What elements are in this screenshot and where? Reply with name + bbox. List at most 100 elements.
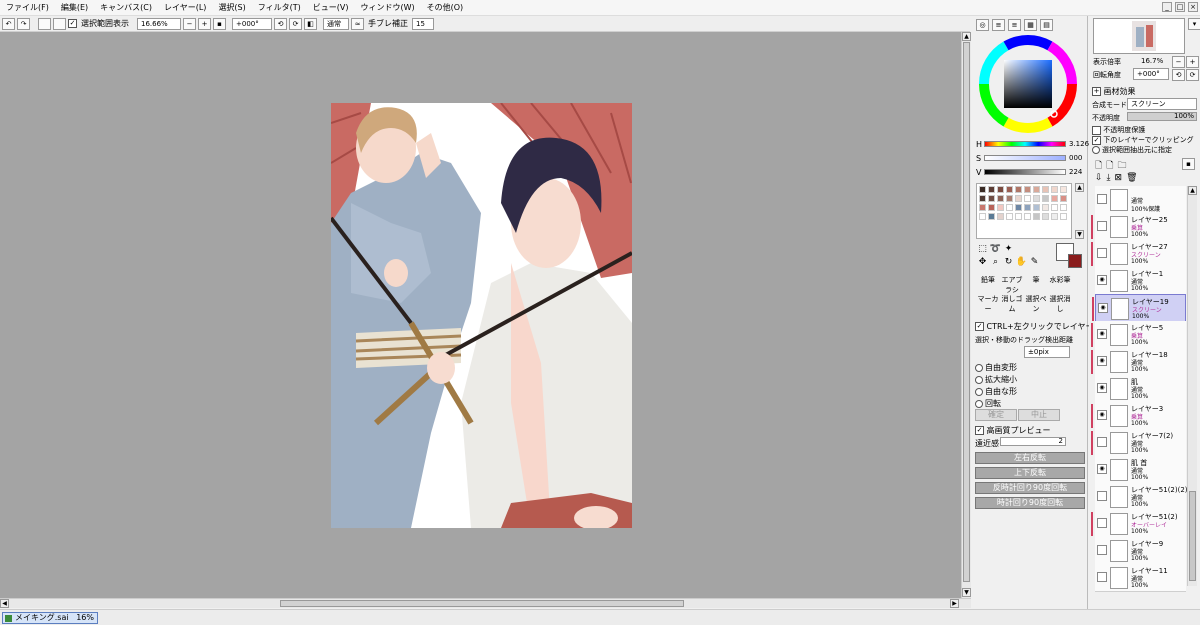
color-swatch[interactable] xyxy=(1051,213,1058,220)
eye-icon[interactable]: ◉ xyxy=(1097,464,1107,474)
color-swatch[interactable] xyxy=(1024,213,1031,220)
menu-item-8[interactable]: その他(O) xyxy=(421,0,470,16)
hue-slider[interactable] xyxy=(984,141,1066,147)
color-swatch[interactable] xyxy=(1060,195,1067,202)
paper-effect-toggle[interactable]: + 画材効果 xyxy=(1092,86,1136,97)
clear-layer-icon[interactable]: ⊠ xyxy=(1115,173,1123,183)
color-swatch[interactable] xyxy=(1033,213,1040,220)
rect-select-icon[interactable]: ⬚ xyxy=(976,243,989,256)
select-eraser-tool[interactable]: 選択消し xyxy=(1048,294,1072,313)
menu-item-3[interactable]: レイヤー(L) xyxy=(158,0,212,16)
layer-row[interactable]: ◉ レイヤー3 乗算 100% xyxy=(1091,402,1186,430)
menu-item-2[interactable]: キャンバス(C) xyxy=(94,0,158,16)
color-swatch[interactable] xyxy=(979,186,986,193)
nav-zoom-out-icon[interactable]: − xyxy=(1172,56,1185,68)
visibility-toggle[interactable] xyxy=(1097,221,1107,231)
new-layer-icon[interactable]: 🗋 xyxy=(1095,158,1102,174)
eraser-tool[interactable]: 消しゴム xyxy=(1000,294,1024,313)
new-folder-icon[interactable]: 🗀 xyxy=(1118,158,1127,174)
layer-scroll-up-icon[interactable]: ▲ xyxy=(1188,186,1197,195)
preserve-opacity-option[interactable]: 不透明度保護 xyxy=(1092,125,1145,135)
scroll-down-icon[interactable]: ▼ xyxy=(962,588,971,597)
layer-row[interactable]: ◉ レイヤー5 乗算 100% xyxy=(1091,321,1186,349)
rotate-option[interactable]: 回転 xyxy=(975,398,1001,409)
color-swatch[interactable] xyxy=(1024,195,1031,202)
visibility-toggle[interactable] xyxy=(1097,437,1107,447)
layer-row[interactable]: ◉ レイヤー1 通常 100% xyxy=(1095,267,1186,295)
selection-source-checkbox[interactable]: ✓ xyxy=(68,19,77,28)
color-swatch[interactable] xyxy=(1033,186,1040,193)
new-linework-layer-icon[interactable]: 🗋 xyxy=(1106,158,1113,174)
blend-mode-select[interactable]: スクリーン xyxy=(1127,98,1197,110)
eyedropper-icon[interactable]: ✎ xyxy=(1028,256,1041,269)
hand-icon[interactable]: ✋ xyxy=(1015,256,1028,269)
color-swatch[interactable] xyxy=(979,195,986,202)
color-swatch[interactable] xyxy=(997,204,1004,211)
layer-row[interactable]: ◉ 肌 首通常 100% xyxy=(1095,456,1186,484)
free-transform-option[interactable]: 自由変形 xyxy=(975,362,1017,373)
flip-horizontal-button[interactable]: 左右反転 xyxy=(975,452,1085,464)
eye-icon[interactable]: ◉ xyxy=(1098,303,1108,313)
color-wheel-tab-icon[interactable]: ◎ xyxy=(976,19,989,31)
rotate-cw-button[interactable]: 時計回り90度回転 xyxy=(975,497,1085,509)
color-swatch[interactable] xyxy=(1060,213,1067,220)
scratchpad-tab-icon[interactable]: ▤ xyxy=(1040,19,1053,31)
canvas-artwork[interactable] xyxy=(331,103,632,528)
transform-cancel-button[interactable]: 中止 xyxy=(1018,409,1060,421)
color-swatch[interactable] xyxy=(1015,195,1022,202)
scroll-up-icon[interactable]: ▲ xyxy=(962,32,971,41)
secondary-color-swatch[interactable] xyxy=(1068,254,1082,268)
blend-select[interactable]: 通常 xyxy=(323,17,349,30)
color-swatch[interactable] xyxy=(1006,186,1013,193)
menu-item-5[interactable]: フィルタ(T) xyxy=(252,0,307,16)
color-swatch[interactable] xyxy=(988,186,995,193)
eye-icon[interactable]: ◉ xyxy=(1097,383,1107,393)
layer-row[interactable]: レイヤー7(2) 通常 100% xyxy=(1091,429,1186,457)
layer-row[interactable]: レイヤー25 乗算 100% xyxy=(1091,213,1186,241)
layer-row[interactable]: 通常 100%保護 xyxy=(1095,186,1186,214)
swatch-scroll-down-icon[interactable]: ▼ xyxy=(1075,230,1084,239)
layer-row[interactable]: ◉ レイヤー18 通常 100% xyxy=(1091,348,1186,376)
nav-rotate-right-icon[interactable]: ⟳ xyxy=(1186,69,1199,81)
color-swatch[interactable] xyxy=(1024,186,1031,193)
transform-ok-button[interactable]: 確定 xyxy=(975,409,1017,421)
color-swatch[interactable] xyxy=(997,213,1004,220)
color-swatch[interactable] xyxy=(1033,204,1040,211)
swatch-tab-icon[interactable]: ▦ xyxy=(1024,19,1037,31)
close-icon[interactable]: × xyxy=(1188,2,1198,12)
scroll-right-icon[interactable]: ▶ xyxy=(950,599,959,608)
scale-option[interactable]: 拡大縮小 xyxy=(975,374,1017,385)
layer-row[interactable]: レイヤー51(2) オーバーレイ 100% xyxy=(1091,510,1186,538)
visibility-toggle[interactable] xyxy=(1097,545,1107,555)
hq-preview-option[interactable]: ✓ 高画質プレビュー xyxy=(975,425,1051,436)
watercolor-tool[interactable]: 水彩筆 xyxy=(1048,275,1072,294)
zoom-icon[interactable]: ⌕ xyxy=(989,256,1002,269)
navigator-menu-icon[interactable]: ▾ xyxy=(1188,18,1200,30)
free-shape-option[interactable]: 自由な形 xyxy=(975,386,1017,397)
menu-item-7[interactable]: ウィンドウ(W) xyxy=(354,0,420,16)
undo-button[interactable]: ↶ xyxy=(2,17,15,30)
lasso-icon[interactable]: ➰ xyxy=(989,243,1002,256)
color-swatch[interactable] xyxy=(1042,213,1049,220)
nav-zoom-in-icon[interactable]: + xyxy=(1186,56,1199,68)
zoom-in-button[interactable]: + xyxy=(198,17,211,30)
deselect-button[interactable] xyxy=(38,17,51,30)
visibility-toggle[interactable] xyxy=(1097,248,1107,258)
zoom-reset-button[interactable]: ▪ xyxy=(213,17,226,30)
delete-layer-icon[interactable]: 🗑 xyxy=(1126,173,1137,183)
canvas-vertical-scrollbar[interactable]: ▲ ▼ xyxy=(961,32,971,608)
canvas-horizontal-scrollbar[interactable]: ◀ ▶ xyxy=(0,598,971,608)
flip-view-button[interactable]: ◧ xyxy=(304,17,317,30)
color-swatch[interactable] xyxy=(1006,204,1013,211)
color-swatch[interactable] xyxy=(1042,204,1049,211)
color-swatch[interactable] xyxy=(1015,204,1022,211)
color-swatch[interactable] xyxy=(1060,186,1067,193)
menu-item-6[interactable]: ビュー(V) xyxy=(307,0,355,16)
horizontal-scroll-thumb[interactable] xyxy=(280,600,684,607)
merge-down-icon[interactable]: ⤓ xyxy=(1107,173,1111,183)
rotate-right-button[interactable]: ⟳ xyxy=(289,17,302,30)
zoom-field[interactable]: 16.66% xyxy=(137,17,181,30)
layer-row[interactable]: レイヤー9 通常 100% xyxy=(1095,537,1186,565)
value-slider[interactable] xyxy=(984,169,1066,175)
layer-scroll-thumb[interactable] xyxy=(1189,491,1196,581)
